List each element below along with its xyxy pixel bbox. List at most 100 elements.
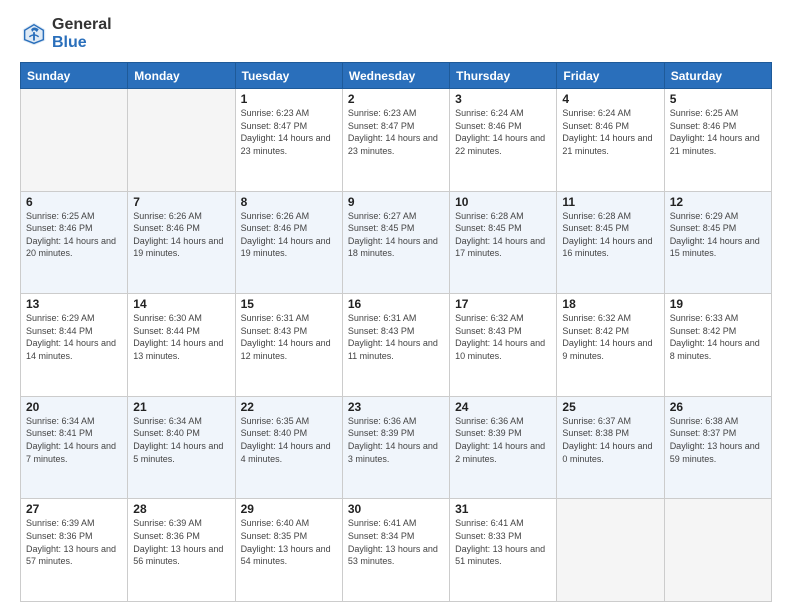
logo-icon <box>20 20 48 48</box>
calendar-header-row: SundayMondayTuesdayWednesdayThursdayFrid… <box>21 63 772 89</box>
day-number: 8 <box>241 195 337 209</box>
day-info: Sunrise: 6:32 AM Sunset: 8:42 PM Dayligh… <box>562 312 658 362</box>
day-info: Sunrise: 6:28 AM Sunset: 8:45 PM Dayligh… <box>562 210 658 260</box>
day-number: 3 <box>455 92 551 106</box>
day-info: Sunrise: 6:34 AM Sunset: 8:40 PM Dayligh… <box>133 415 229 465</box>
day-info: Sunrise: 6:23 AM Sunset: 8:47 PM Dayligh… <box>348 107 444 157</box>
calendar-cell: 11Sunrise: 6:28 AM Sunset: 8:45 PM Dayli… <box>557 191 664 294</box>
day-info: Sunrise: 6:31 AM Sunset: 8:43 PM Dayligh… <box>241 312 337 362</box>
day-number: 9 <box>348 195 444 209</box>
day-number: 24 <box>455 400 551 414</box>
day-info: Sunrise: 6:23 AM Sunset: 8:47 PM Dayligh… <box>241 107 337 157</box>
calendar-cell: 4Sunrise: 6:24 AM Sunset: 8:46 PM Daylig… <box>557 89 664 192</box>
calendar-week-row: 13Sunrise: 6:29 AM Sunset: 8:44 PM Dayli… <box>21 294 772 397</box>
calendar-cell: 24Sunrise: 6:36 AM Sunset: 8:39 PM Dayli… <box>450 396 557 499</box>
day-info: Sunrise: 6:39 AM Sunset: 8:36 PM Dayligh… <box>133 517 229 567</box>
day-info: Sunrise: 6:26 AM Sunset: 8:46 PM Dayligh… <box>133 210 229 260</box>
calendar-cell: 9Sunrise: 6:27 AM Sunset: 8:45 PM Daylig… <box>342 191 449 294</box>
day-number: 30 <box>348 502 444 516</box>
day-number: 5 <box>670 92 766 106</box>
day-number: 10 <box>455 195 551 209</box>
day-info: Sunrise: 6:34 AM Sunset: 8:41 PM Dayligh… <box>26 415 122 465</box>
day-info: Sunrise: 6:33 AM Sunset: 8:42 PM Dayligh… <box>670 312 766 362</box>
page: General Blue SundayMondayTuesdayWednesda… <box>0 0 792 612</box>
day-number: 7 <box>133 195 229 209</box>
day-info: Sunrise: 6:29 AM Sunset: 8:44 PM Dayligh… <box>26 312 122 362</box>
day-info: Sunrise: 6:39 AM Sunset: 8:36 PM Dayligh… <box>26 517 122 567</box>
calendar-cell: 5Sunrise: 6:25 AM Sunset: 8:46 PM Daylig… <box>664 89 771 192</box>
day-info: Sunrise: 6:30 AM Sunset: 8:44 PM Dayligh… <box>133 312 229 362</box>
day-info: Sunrise: 6:41 AM Sunset: 8:34 PM Dayligh… <box>348 517 444 567</box>
day-number: 18 <box>562 297 658 311</box>
day-number: 6 <box>26 195 122 209</box>
calendar-cell: 8Sunrise: 6:26 AM Sunset: 8:46 PM Daylig… <box>235 191 342 294</box>
day-info: Sunrise: 6:27 AM Sunset: 8:45 PM Dayligh… <box>348 210 444 260</box>
calendar-cell: 29Sunrise: 6:40 AM Sunset: 8:35 PM Dayli… <box>235 499 342 602</box>
calendar-cell: 3Sunrise: 6:24 AM Sunset: 8:46 PM Daylig… <box>450 89 557 192</box>
calendar-cell <box>21 89 128 192</box>
calendar-cell: 14Sunrise: 6:30 AM Sunset: 8:44 PM Dayli… <box>128 294 235 397</box>
calendar-day-header: Sunday <box>21 63 128 89</box>
calendar-cell: 22Sunrise: 6:35 AM Sunset: 8:40 PM Dayli… <box>235 396 342 499</box>
day-info: Sunrise: 6:40 AM Sunset: 8:35 PM Dayligh… <box>241 517 337 567</box>
day-number: 16 <box>348 297 444 311</box>
day-info: Sunrise: 6:28 AM Sunset: 8:45 PM Dayligh… <box>455 210 551 260</box>
day-number: 19 <box>670 297 766 311</box>
calendar-cell: 2Sunrise: 6:23 AM Sunset: 8:47 PM Daylig… <box>342 89 449 192</box>
day-info: Sunrise: 6:25 AM Sunset: 8:46 PM Dayligh… <box>670 107 766 157</box>
day-number: 14 <box>133 297 229 311</box>
day-number: 22 <box>241 400 337 414</box>
day-info: Sunrise: 6:32 AM Sunset: 8:43 PM Dayligh… <box>455 312 551 362</box>
day-number: 31 <box>455 502 551 516</box>
day-number: 2 <box>348 92 444 106</box>
calendar-week-row: 6Sunrise: 6:25 AM Sunset: 8:46 PM Daylig… <box>21 191 772 294</box>
calendar-cell: 28Sunrise: 6:39 AM Sunset: 8:36 PM Dayli… <box>128 499 235 602</box>
calendar-cell: 1Sunrise: 6:23 AM Sunset: 8:47 PM Daylig… <box>235 89 342 192</box>
calendar-cell: 31Sunrise: 6:41 AM Sunset: 8:33 PM Dayli… <box>450 499 557 602</box>
day-info: Sunrise: 6:37 AM Sunset: 8:38 PM Dayligh… <box>562 415 658 465</box>
calendar-day-header: Wednesday <box>342 63 449 89</box>
day-info: Sunrise: 6:35 AM Sunset: 8:40 PM Dayligh… <box>241 415 337 465</box>
day-number: 20 <box>26 400 122 414</box>
calendar-cell: 16Sunrise: 6:31 AM Sunset: 8:43 PM Dayli… <box>342 294 449 397</box>
header: General Blue <box>20 16 772 52</box>
calendar-day-header: Tuesday <box>235 63 342 89</box>
calendar-cell: 21Sunrise: 6:34 AM Sunset: 8:40 PM Dayli… <box>128 396 235 499</box>
calendar-week-row: 20Sunrise: 6:34 AM Sunset: 8:41 PM Dayli… <box>21 396 772 499</box>
calendar-cell: 30Sunrise: 6:41 AM Sunset: 8:34 PM Dayli… <box>342 499 449 602</box>
calendar-cell: 25Sunrise: 6:37 AM Sunset: 8:38 PM Dayli… <box>557 396 664 499</box>
day-number: 15 <box>241 297 337 311</box>
calendar-cell: 6Sunrise: 6:25 AM Sunset: 8:46 PM Daylig… <box>21 191 128 294</box>
calendar-week-row: 1Sunrise: 6:23 AM Sunset: 8:47 PM Daylig… <box>21 89 772 192</box>
day-number: 12 <box>670 195 766 209</box>
calendar-cell: 19Sunrise: 6:33 AM Sunset: 8:42 PM Dayli… <box>664 294 771 397</box>
day-number: 21 <box>133 400 229 414</box>
day-number: 4 <box>562 92 658 106</box>
logo-text: General Blue <box>52 16 112 52</box>
day-info: Sunrise: 6:31 AM Sunset: 8:43 PM Dayligh… <box>348 312 444 362</box>
day-number: 25 <box>562 400 658 414</box>
calendar-cell: 18Sunrise: 6:32 AM Sunset: 8:42 PM Dayli… <box>557 294 664 397</box>
calendar-table: SundayMondayTuesdayWednesdayThursdayFrid… <box>20 62 772 602</box>
calendar-day-header: Thursday <box>450 63 557 89</box>
calendar-day-header: Saturday <box>664 63 771 89</box>
day-number: 28 <box>133 502 229 516</box>
day-number: 17 <box>455 297 551 311</box>
day-info: Sunrise: 6:36 AM Sunset: 8:39 PM Dayligh… <box>455 415 551 465</box>
calendar-cell: 15Sunrise: 6:31 AM Sunset: 8:43 PM Dayli… <box>235 294 342 397</box>
day-info: Sunrise: 6:26 AM Sunset: 8:46 PM Dayligh… <box>241 210 337 260</box>
calendar-cell: 26Sunrise: 6:38 AM Sunset: 8:37 PM Dayli… <box>664 396 771 499</box>
calendar-cell <box>664 499 771 602</box>
calendar-cell: 23Sunrise: 6:36 AM Sunset: 8:39 PM Dayli… <box>342 396 449 499</box>
calendar-cell <box>557 499 664 602</box>
calendar-cell <box>128 89 235 192</box>
calendar-cell: 12Sunrise: 6:29 AM Sunset: 8:45 PM Dayli… <box>664 191 771 294</box>
day-info: Sunrise: 6:24 AM Sunset: 8:46 PM Dayligh… <box>455 107 551 157</box>
day-info: Sunrise: 6:25 AM Sunset: 8:46 PM Dayligh… <box>26 210 122 260</box>
day-number: 29 <box>241 502 337 516</box>
day-info: Sunrise: 6:41 AM Sunset: 8:33 PM Dayligh… <box>455 517 551 567</box>
calendar-cell: 13Sunrise: 6:29 AM Sunset: 8:44 PM Dayli… <box>21 294 128 397</box>
calendar-cell: 20Sunrise: 6:34 AM Sunset: 8:41 PM Dayli… <box>21 396 128 499</box>
day-number: 23 <box>348 400 444 414</box>
calendar-week-row: 27Sunrise: 6:39 AM Sunset: 8:36 PM Dayli… <box>21 499 772 602</box>
